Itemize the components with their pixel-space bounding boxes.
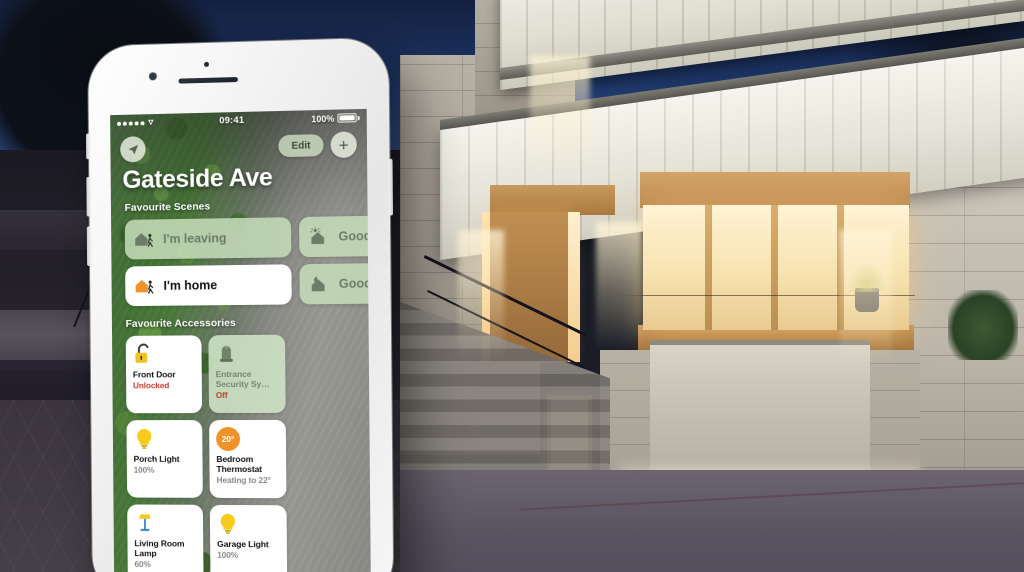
accessory-name: Entrance Security Sy… [215,368,270,390]
house-sun-icon [308,227,325,245]
phone-screen: ▿ 09:41 100% Edit + Gateside Ave Favouri… [110,108,372,572]
power-button[interactable] [388,158,394,216]
scene-card-good-night[interactable]: Good nig [299,261,372,305]
signal-strength-icon [117,120,145,126]
house-walk-in-icon [135,279,156,296]
earpiece-speaker [178,77,238,84]
accessory-state: Off [215,390,228,401]
accessory-card-entrance-security-system[interactable]: Entrance Security Sy… Off [208,334,286,414]
volume-up-button[interactable] [86,176,91,217]
accessory-state: 100% [217,549,239,561]
thermostat-dial-icon: 20° [216,427,241,452]
add-accessory-button[interactable]: + [330,131,357,159]
scene-card-im-leaving[interactable]: I'm leaving [124,217,292,260]
scene-label: I'm leaving [163,231,227,247]
battery-icon [337,113,357,123]
home-nav-bar: Edit + [110,127,367,167]
edit-button[interactable]: Edit [278,134,324,158]
thermostat-badge-temp: 20° [221,434,235,445]
accessory-name: Porch Light [133,453,180,464]
accessory-state: Heating to 22° [216,475,271,486]
lightbulb-icon [220,514,236,535]
accessory-name: Garage Light [217,538,269,550]
unlocked-padlock-icon [133,343,155,363]
location-button[interactable] [120,136,146,163]
status-clock: 09:41 [219,114,245,127]
scene-label: Good mo [338,228,372,244]
roof-uplight [530,56,590,176]
security-camera-icon [220,346,233,363]
location-arrow-icon [128,144,138,155]
wall-downlight-2 [596,222,642,352]
home-content: Favourite Scenes I'm leaving Good I'm ho… [111,198,372,572]
lightbulb-icon [137,428,152,449]
wood-beam-window [640,172,910,208]
accessory-name: Front Door [132,369,176,380]
scene-card-good-morning[interactable]: Good mo [299,214,372,258]
accessory-name: Bedroom Thermostat [216,453,263,475]
accessory-name: Living Room Lamp [134,538,185,559]
accessory-card-garage-light[interactable]: Garage Light 100% [209,504,288,572]
shrub [948,290,1018,360]
scene-card-im-home[interactable]: I'm home [125,264,292,307]
page-title: Gateside Ave [122,163,273,195]
scene-row-1: I'm leaving Good mo [111,214,372,260]
house-structure [400,0,1024,572]
volume-down-button[interactable] [86,226,91,266]
scene-label: Good nig [338,276,372,291]
accessories-section-title: Favourite Accessories [125,317,236,330]
iphone-device: ▿ 09:41 100% Edit + Gateside Ave Favouri… [85,37,394,572]
accessory-card-living-room-lamp[interactable]: Living Room Lamp 60% [127,504,204,572]
floor-lamp-icon [139,514,151,531]
entry-sidelight-right [568,212,580,362]
front-camera-icon [148,72,157,81]
scene-row-2: I'm home Good nig [111,261,372,307]
accessory-card-porch-light[interactable]: Porch Light 100% [126,420,203,498]
house-walk-out-icon [135,233,156,249]
wall-downlight-3 [840,230,892,370]
wood-beam-entry [490,185,615,215]
accessory-state: 100% [133,464,155,475]
garage-door [650,340,870,480]
driveway [400,470,1024,572]
wall-downlight-1 [458,230,504,360]
accessory-card-front-door[interactable]: Front Door Unlocked [125,335,203,414]
silent-switch[interactable] [85,133,91,160]
accessories-grid: Front Door Unlocked Entrance Security Sy… [112,334,371,572]
scene-label: I'm home [163,278,218,293]
accessory-state: Unlocked [132,380,170,391]
accessory-state: 60% [134,559,151,570]
accessory-card-bedroom-thermostat[interactable]: 20° Bedroom Thermostat Heating to 22° [209,419,287,499]
battery-percent-label: 100% [311,113,335,124]
battery-indicator: 100% [311,113,360,124]
house-moon-icon [311,276,325,292]
proximity-sensor-icon [204,61,210,67]
